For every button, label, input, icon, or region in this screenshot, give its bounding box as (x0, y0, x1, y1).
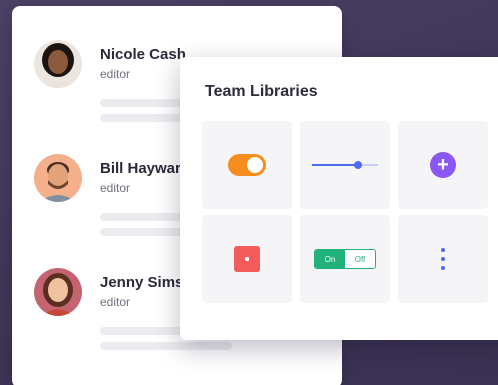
member-name: Bill Hayward (100, 160, 191, 177)
member-role: editor (100, 181, 131, 195)
avatar (34, 40, 82, 88)
member-role: editor (100, 67, 131, 81)
member-name: Nicole Cash (100, 46, 186, 63)
member-role: editor (100, 295, 131, 309)
library-tile-toggle[interactable] (202, 121, 292, 209)
app-stage: Nicole Cash editor Bill Hayward editor J… (0, 0, 498, 385)
more-vertical-icon[interactable] (441, 248, 445, 270)
avatar (34, 268, 82, 316)
library-tile-stop[interactable] (202, 215, 292, 303)
switch-on-label[interactable]: On (315, 250, 345, 268)
on-off-switch-icon[interactable]: On Off (314, 249, 376, 269)
member-name: Jenny Sims (100, 274, 184, 291)
library-tile-add[interactable]: + (398, 121, 488, 209)
team-libraries-card: Team Libraries + On Off (180, 57, 498, 340)
placeholder-line (100, 342, 232, 350)
library-tile-more[interactable] (398, 215, 488, 303)
avatar (34, 154, 82, 202)
stop-square-icon[interactable] (234, 246, 260, 272)
libraries-title: Team Libraries (205, 83, 318, 100)
switch-off-label[interactable]: Off (345, 250, 375, 268)
add-circle-icon[interactable]: + (430, 152, 456, 178)
slider-icon[interactable] (312, 159, 378, 171)
library-tile-slider[interactable] (300, 121, 390, 209)
library-tile-on-off[interactable]: On Off (300, 215, 390, 303)
toggle-switch-icon[interactable] (228, 154, 266, 176)
